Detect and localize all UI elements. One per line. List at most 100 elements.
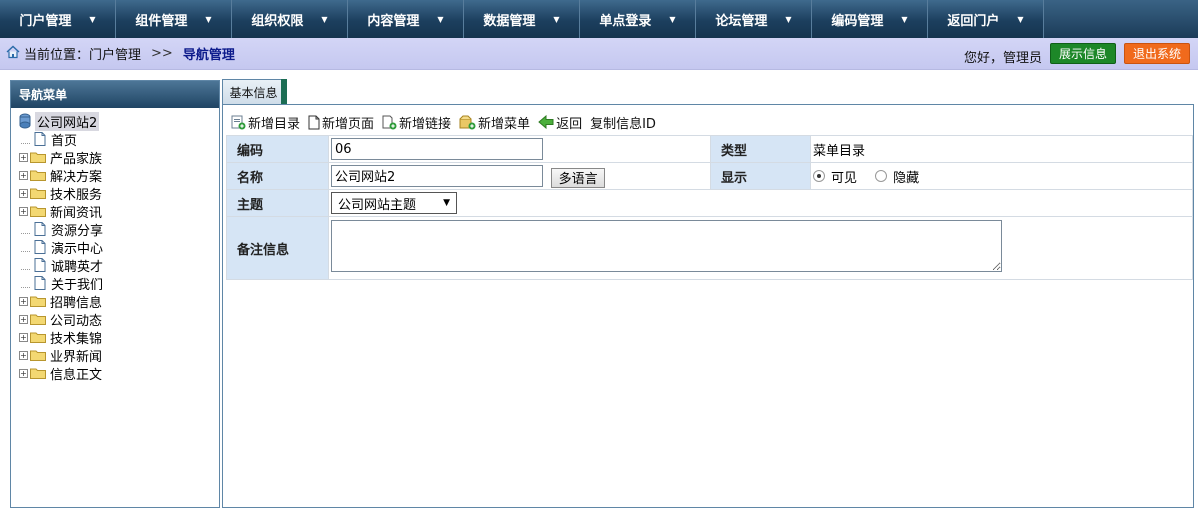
type-label: 类型 xyxy=(710,135,811,163)
form-row-remark: 备注信息 xyxy=(226,216,1193,280)
expand-plus-icon[interactable]: + xyxy=(19,368,28,378)
tree-item[interactable]: 首页 xyxy=(19,130,78,149)
menu-content[interactable]: 内容管理 ▼ xyxy=(348,0,464,38)
folder-icon xyxy=(30,349,46,361)
expand-plus-icon[interactable]: + xyxy=(19,170,28,180)
remark-textarea[interactable] xyxy=(331,220,1002,272)
tree-item[interactable]: + 新闻资讯 xyxy=(19,202,102,221)
menu-label: 论坛管理 xyxy=(715,13,768,29)
tree-connector xyxy=(21,135,30,144)
tree-item[interactable]: + 产品家族 xyxy=(19,148,102,167)
menu-org-permissions[interactable]: 组织权限 ▼ xyxy=(232,0,348,38)
back-button[interactable]: 返回 xyxy=(538,113,582,132)
expand-plus-icon[interactable]: + xyxy=(19,152,28,162)
hidden-label: 隐藏 xyxy=(893,170,920,186)
breadcrumb: 当前位置：门户管理 >> 导航管理 您好，管理员 展示信息 退出系统 xyxy=(0,38,1198,70)
dropdown-arrow-icon: ▼ xyxy=(553,14,560,24)
new-directory-button[interactable]: 新增目录 xyxy=(231,113,300,132)
new-link-button[interactable]: 新增链接 xyxy=(382,113,451,132)
type-value: 菜单目录 xyxy=(810,135,1193,163)
tree-root[interactable]: 公司网站2 xyxy=(19,111,100,131)
tree-item[interactable]: + 业界新闻 xyxy=(19,346,102,365)
tree-item[interactable]: + 信息正文 xyxy=(19,364,103,383)
form-row-theme: 主题 公司网站主题 ▼ xyxy=(226,189,1193,217)
new-menu-button[interactable]: 新增菜单 xyxy=(459,113,530,132)
dropdown-arrow-icon: ▼ xyxy=(785,14,792,24)
menu-data[interactable]: 数据管理 ▼ xyxy=(464,0,580,38)
tree-item[interactable]: + 技术服务 xyxy=(19,184,103,203)
dropdown-arrow-icon: ▼ xyxy=(437,14,444,24)
multilanguage-button[interactable]: 多语言 xyxy=(551,167,606,188)
tree-item[interactable]: + 技术集锦 xyxy=(19,328,102,347)
folder-icon xyxy=(30,295,46,307)
tree-item-label: 公司动态 xyxy=(50,313,103,329)
tree-item-label: 首页 xyxy=(51,133,78,149)
folder-icon xyxy=(30,331,46,343)
user-greeting: 您好，管理员 xyxy=(963,51,1042,66)
tree-item[interactable]: 关于我们 xyxy=(19,274,104,293)
tree-item[interactable]: 诚聘英才 xyxy=(19,256,104,275)
new-page-button[interactable]: 新增页面 xyxy=(308,113,374,132)
expand-plus-icon[interactable]: + xyxy=(19,206,28,216)
display-cell: 可见 隐藏 xyxy=(810,162,1193,190)
expand-plus-icon[interactable]: + xyxy=(19,314,28,324)
menu-components[interactable]: 组件管理 ▼ xyxy=(116,0,232,38)
hidden-radio[interactable] xyxy=(875,170,888,182)
menu-label: 编码管理 xyxy=(831,13,884,29)
expand-plus-icon[interactable]: + xyxy=(19,296,28,306)
name-field[interactable] xyxy=(331,164,543,187)
menu-forum[interactable]: 论坛管理 ▼ xyxy=(696,0,812,38)
menu-label: 返回门户 xyxy=(947,13,1000,29)
expand-plus-icon[interactable]: + xyxy=(19,350,28,360)
toolbar-label: 新增菜单 xyxy=(478,116,531,132)
form-row-code: 编码 类型 菜单目录 xyxy=(226,135,1193,163)
tree-item[interactable]: 演示中心 xyxy=(19,238,103,257)
tree-item[interactable]: + 公司动态 xyxy=(19,310,103,329)
main-panel: 新增目录 新增页面 新增链接 新增菜单 返回 复制信息ID 编码 06 类型 菜… xyxy=(222,104,1194,508)
exit-system-button[interactable]: 退出系统 xyxy=(1124,43,1190,64)
tree-item-label: 诚聘英才 xyxy=(51,259,104,275)
page-icon xyxy=(34,276,46,290)
tree-connector xyxy=(21,225,30,234)
menu-label: 组织权限 xyxy=(251,13,304,29)
tree-item-label: 解决方案 xyxy=(50,169,103,185)
home-icon xyxy=(6,45,20,63)
menu-return-portal[interactable]: 返回门户 ▼ xyxy=(928,0,1044,38)
expand-plus-icon[interactable]: + xyxy=(19,332,28,342)
tree-item-label: 信息正文 xyxy=(50,367,103,383)
remark-label: 备注信息 xyxy=(226,216,329,280)
folder-icon xyxy=(30,205,46,217)
show-info-button[interactable]: 展示信息 xyxy=(1050,43,1116,64)
code-field[interactable] xyxy=(331,138,543,160)
folder-icon xyxy=(30,169,46,181)
tree-item[interactable]: + 解决方案 xyxy=(19,166,103,185)
menu-sso[interactable]: 单点登录 ▼ xyxy=(580,0,696,38)
page-icon xyxy=(34,132,46,146)
back-arrow-icon xyxy=(538,115,556,129)
expand-plus-icon[interactable]: + xyxy=(19,188,28,198)
tree-item-label: 技术服务 xyxy=(50,187,103,203)
tree-item-label: 资源分享 xyxy=(51,223,104,239)
page-icon xyxy=(34,222,46,236)
panel-title: 导航菜单 xyxy=(11,81,219,108)
code-cell xyxy=(328,135,711,163)
visible-radio[interactable] xyxy=(813,170,825,182)
toolbar-label: 返回 xyxy=(556,116,583,132)
tree-item[interactable]: + 招聘信息 xyxy=(19,292,102,311)
menu-portal[interactable]: 门户管理 ▼ xyxy=(0,0,116,38)
copy-info-id-button[interactable]: 复制信息ID xyxy=(590,113,656,132)
dropdown-arrow-icon: ▼ xyxy=(205,14,212,24)
dropdown-arrow-icon: ▼ xyxy=(901,14,908,24)
dropdown-arrow-icon: ▼ xyxy=(1017,14,1024,24)
tree-item-label: 关于我们 xyxy=(51,277,104,293)
theme-selected-value: 公司网站主题 xyxy=(338,197,417,213)
toolbar-label: 新增页面 xyxy=(322,116,375,132)
menu-code[interactable]: 编码管理 ▼ xyxy=(812,0,928,38)
dropdown-arrow-icon: ▼ xyxy=(321,14,328,24)
toolbar-label: 新增目录 xyxy=(248,116,301,132)
theme-select[interactable]: 公司网站主题 ▼ xyxy=(331,192,457,214)
add-menu-icon xyxy=(459,115,478,130)
tree-item[interactable]: 资源分享 xyxy=(19,220,104,239)
tab-basic-info[interactable]: 基本信息 xyxy=(222,79,285,104)
dropdown-arrow-icon: ▼ xyxy=(669,14,676,24)
